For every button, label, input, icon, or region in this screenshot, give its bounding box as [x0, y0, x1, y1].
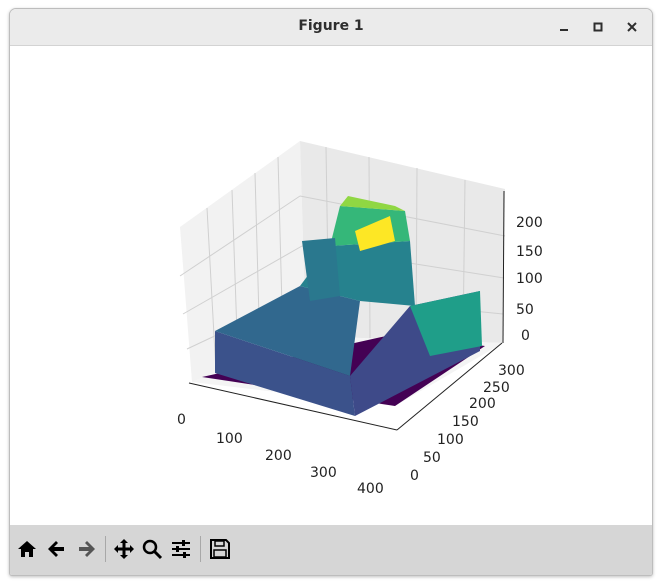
- minimize-button[interactable]: [554, 17, 574, 37]
- z-tick-labels: 0 50 100 150 200: [516, 215, 543, 344]
- x-tick-label: 400: [357, 481, 384, 497]
- zoom-button[interactable]: [139, 536, 165, 562]
- z-tick-label: 150: [516, 244, 543, 260]
- surface-plot: 0 100 200 300 400 0 50 100 150 200 250 3…: [177, 141, 543, 497]
- y-tick-label: 200: [469, 396, 496, 412]
- y-tick-label: 0: [410, 468, 419, 484]
- save-button[interactable]: [207, 536, 233, 562]
- x-tick-label: 200: [265, 448, 292, 464]
- y-tick-label: 50: [423, 450, 441, 466]
- y-tick-label: 250: [483, 380, 510, 396]
- minimize-icon: [560, 29, 568, 31]
- x-tick-label: 0: [177, 412, 186, 428]
- maximize-button[interactable]: [588, 17, 608, 37]
- x-tick-label: 100: [216, 431, 243, 447]
- configure-subplots-button[interactable]: [168, 536, 194, 562]
- plot-canvas[interactable]: 0 100 200 300 400 0 50 100 150 200 250 3…: [10, 46, 652, 525]
- forward-icon: [79, 541, 95, 557]
- pan-button[interactable]: [111, 536, 137, 562]
- navigation-toolbar: [10, 525, 652, 575]
- back-button[interactable]: [44, 536, 70, 562]
- close-icon: [627, 22, 637, 32]
- x-tick-label: 300: [310, 465, 337, 481]
- title-bar[interactable]: Figure 1: [10, 9, 652, 46]
- y-tick-label: 150: [452, 414, 479, 430]
- z-tick-label: 100: [516, 271, 543, 287]
- maximize-icon: [593, 22, 603, 32]
- back-icon: [48, 541, 64, 557]
- y-tick-label: 100: [437, 432, 464, 448]
- close-button[interactable]: [622, 17, 642, 37]
- home-icon: [18, 541, 36, 557]
- configure-subplots-icon: [172, 540, 190, 558]
- toolbar-separator: [105, 536, 106, 562]
- pan-icon: [114, 539, 134, 559]
- z-tick-label: 0: [521, 328, 530, 344]
- x-tick-labels: 0 100 200 300 400: [177, 412, 384, 497]
- figure-window: Figure 1 0 100 200 300 400 0 50 100 150 …: [9, 8, 653, 576]
- save-icon: [210, 539, 230, 559]
- home-button[interactable]: [14, 536, 40, 562]
- zoom-icon: [142, 539, 163, 560]
- forward-button[interactable]: [73, 536, 99, 562]
- y-tick-label: 300: [498, 363, 525, 379]
- z-tick-label: 50: [516, 302, 534, 318]
- toolbar-separator: [200, 536, 201, 562]
- z-tick-label: 200: [516, 215, 543, 231]
